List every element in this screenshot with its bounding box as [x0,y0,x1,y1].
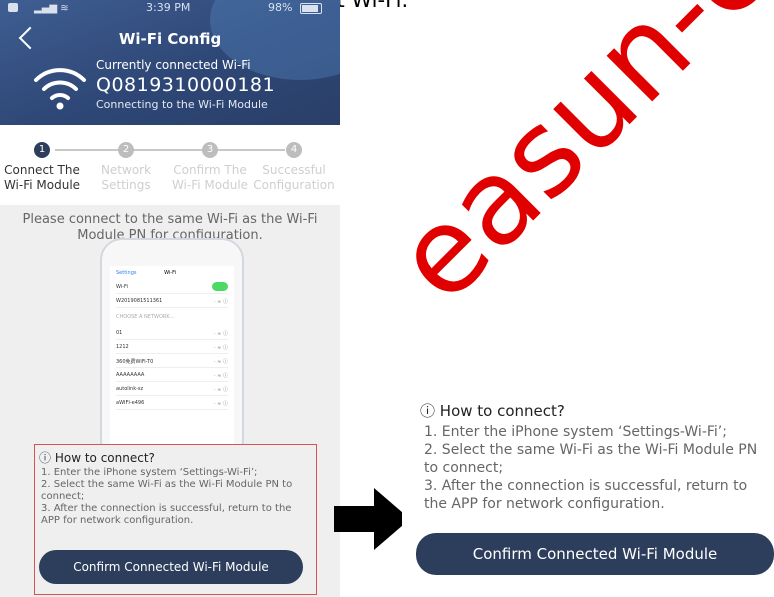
info-circle-icon: ⓘ [420,402,436,420]
watermark: easun-ener [368,0,774,328]
step-dot-4: 4 [286,142,302,158]
how-to-step: 1. Enter the iPhone system ‘Settings-Wi-… [41,467,258,478]
how-to-step: 3. After the connection is successful, r… [41,503,292,526]
mockup-wifi-label: Wi-Fi [116,284,128,290]
confirm-connected-button[interactable]: Confirm Connected Wi-Fi Module [39,550,303,584]
step-dot-3: 3 [202,142,218,158]
how-to-step: 1. Enter the iPhone system ‘Settings-Wi-… [424,424,727,440]
step-label-1: Connect The Wi-Fi Module [3,163,81,192]
how-to-step: 3. After the connection is successful, r… [424,478,748,512]
mockup-network: autolink-sz [116,386,144,392]
page-title: Wi-Fi Config [118,30,222,48]
mockup-connected-network: W2019081511361 [116,298,163,304]
app-badge-icon [8,3,18,12]
mockup-info-icon: ⋅ ≈ ⓘ [214,299,228,305]
how-to-steps: 1. Enter the iPhone system ‘Settings-Wi-… [424,423,774,513]
phone-screenshot: ▂▄▆ ≋ 3:39 PM 98% Wi-Fi Config Currently… [0,0,340,597]
step-line [55,149,285,151]
info-circle-icon: ⓘ [39,451,52,465]
app-header: ▂▄▆ ≋ 3:39 PM 98% Wi-Fi Config Currently… [0,0,340,125]
phone-mockup: Settings Wi-Fi Wi-Fi W2019081511361 ⋅ ≈ ⓘ … [100,238,244,462]
mockup-network: aWIFI-e496 [116,400,145,406]
step-label-2: Network Settings [100,163,152,192]
battery-icon [300,3,322,14]
step-label-4: Successful Configuration [253,163,335,192]
mockup-screen: Settings Wi-Fi Wi-Fi W2019081511361 ⋅ ≈ ⓘ … [110,266,234,460]
how-to-connect-enlarged: ⓘ How to connect? 1. Enter the iPhone sy… [402,390,774,597]
wifi-icon [34,68,86,110]
step-label-3: Confirm The Wi-Fi Module [171,163,249,192]
how-to-step: 2. Select the same Wi-Fi as the Wi-Fi Mo… [41,479,293,502]
connected-ssid: Q0819310000181 [96,74,276,96]
how-to-title: How to connect? [54,451,155,465]
mockup-back: Settings [116,270,137,276]
mockup-network: 01 [116,330,123,336]
mockup-title: Wi-Fi [164,270,176,276]
mockup-section-label: CHOOSE A NETWORK... [116,314,175,320]
how-to-steps: 1. Enter the iPhone system ‘Settings-Wi-… [41,467,313,527]
mockup-network: 360免费WiFi-T0 [116,359,154,365]
mockup-network: AAAAAAAA [116,372,145,378]
mockup-wifi-toggle [212,282,228,291]
confirm-connected-button[interactable]: Confirm Connected Wi-Fi Module [416,533,774,575]
status-bar: ▂▄▆ ≋ 3:39 PM 98% [0,0,340,16]
signal-icon: ▂▄▆ ≋ [34,3,69,14]
connected-label: Currently connected Wi-Fi [96,58,251,72]
step-dot-1: 1 [34,142,50,158]
step-indicator: 1 2 3 4 Connect The Wi-Fi Module Network… [0,125,340,205]
battery-percent: 98% [268,1,293,14]
how-to-title: How to connect? [439,402,565,420]
right-arrow-icon [334,488,410,550]
how-to-step: 2. Select the same Wi-Fi as the Wi-Fi Mo… [424,442,758,476]
connection-status: Connecting to the Wi-Fi Module [96,98,268,111]
mockup-network: 1212 [116,344,129,350]
status-time: 3:39 PM [146,1,191,14]
step-dot-2: 2 [118,142,134,158]
